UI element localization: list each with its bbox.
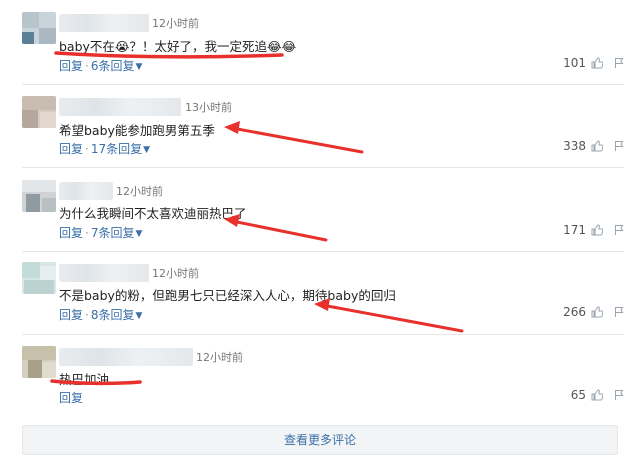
comment-actions: 回复 <box>59 389 83 406</box>
comment-actions: 回复 · 7条回复▼ <box>59 226 143 240</box>
chevron-down-icon: ▼ <box>135 311 143 321</box>
arrow-mark <box>224 121 364 154</box>
replies-toggle[interactable]: 7条回复▼ <box>91 226 143 240</box>
comment-text: 为什么我瞬间不太喜欢迪丽热巴了 <box>59 206 247 221</box>
avatar[interactable] <box>22 96 56 128</box>
comment-actions: 回复 · 6条回复▼ <box>59 59 143 73</box>
avatar[interactable] <box>22 346 56 378</box>
like-count: 266 <box>563 305 586 319</box>
chevron-down-icon: ▼ <box>135 229 143 239</box>
reply-link[interactable]: 回复 <box>59 308 83 322</box>
replies-count: 7条回复 <box>90 226 135 240</box>
load-more-comments-button[interactable]: 查看更多评论 <box>22 425 618 455</box>
like-count: 338 <box>563 139 586 153</box>
comment-actions: 回复 · 8条回复▼ <box>59 308 143 322</box>
reply-link[interactable]: 回复 <box>59 391 83 405</box>
like-area: 65 <box>571 388 624 402</box>
report-flag-icon[interactable] <box>614 140 624 152</box>
comment-time: 12小时前 <box>116 185 163 198</box>
username-blurred[interactable] <box>59 348 193 366</box>
thumbs-up-icon[interactable] <box>591 140 603 152</box>
replies-count: 17条回复 <box>90 142 143 156</box>
report-flag-icon[interactable] <box>614 306 624 318</box>
comment-time: 12小时前 <box>196 351 243 364</box>
avatar[interactable] <box>22 180 56 212</box>
divider <box>22 251 624 252</box>
comment-time: 12小时前 <box>152 267 199 280</box>
avatar[interactable] <box>22 262 56 294</box>
avatar[interactable] <box>22 12 56 44</box>
replies-count: 6条回复 <box>90 59 135 73</box>
thumbs-up-icon[interactable] <box>591 224 603 236</box>
comment-text: baby不在😭？！太好了，我一定死追😂😂 <box>59 39 297 54</box>
replies-toggle[interactable]: 8条回复▼ <box>91 308 143 322</box>
comment-text: 热巴加油 <box>59 372 110 387</box>
username-blurred[interactable] <box>59 182 113 200</box>
reply-link[interactable]: 回复 <box>59 226 83 240</box>
like-area: 338 <box>563 139 624 153</box>
username-blurred[interactable] <box>59 264 149 282</box>
like-count: 65 <box>570 388 586 402</box>
comment-time: 13小时前 <box>185 101 232 114</box>
divider <box>22 334 624 335</box>
report-flag-icon[interactable] <box>614 57 624 69</box>
reply-link[interactable]: 回复 <box>59 59 83 73</box>
replies-count: 8条回复 <box>90 308 135 322</box>
like-count: 171 <box>563 223 586 237</box>
comment-actions: 回复 · 17条回复▼ <box>59 142 151 156</box>
report-flag-icon[interactable] <box>614 389 624 401</box>
like-area: 101 <box>563 56 624 70</box>
thumbs-up-icon[interactable] <box>591 389 603 401</box>
comment-text: 希望baby能参加跑男第五季 <box>59 123 215 138</box>
thumbs-up-icon[interactable] <box>591 57 603 69</box>
like-area: 171 <box>563 223 624 237</box>
username-blurred[interactable] <box>59 14 149 32</box>
comment-text: 不是baby的粉，但跑男七只已经深入人心，期待baby的回归 <box>59 288 396 303</box>
divider <box>22 84 624 85</box>
replies-toggle[interactable]: 6条回复▼ <box>91 59 143 73</box>
like-area: 266 <box>563 305 624 319</box>
username-blurred[interactable] <box>59 98 181 116</box>
replies-toggle[interactable]: 17条回复▼ <box>91 142 150 156</box>
thumbs-up-icon[interactable] <box>591 306 603 318</box>
reply-link[interactable]: 回复 <box>59 142 83 156</box>
like-count: 101 <box>563 56 586 70</box>
comment-time: 12小时前 <box>152 17 199 30</box>
divider <box>22 167 624 168</box>
chevron-down-icon: ▼ <box>135 62 143 72</box>
report-flag-icon[interactable] <box>614 224 624 236</box>
chevron-down-icon: ▼ <box>143 145 151 155</box>
